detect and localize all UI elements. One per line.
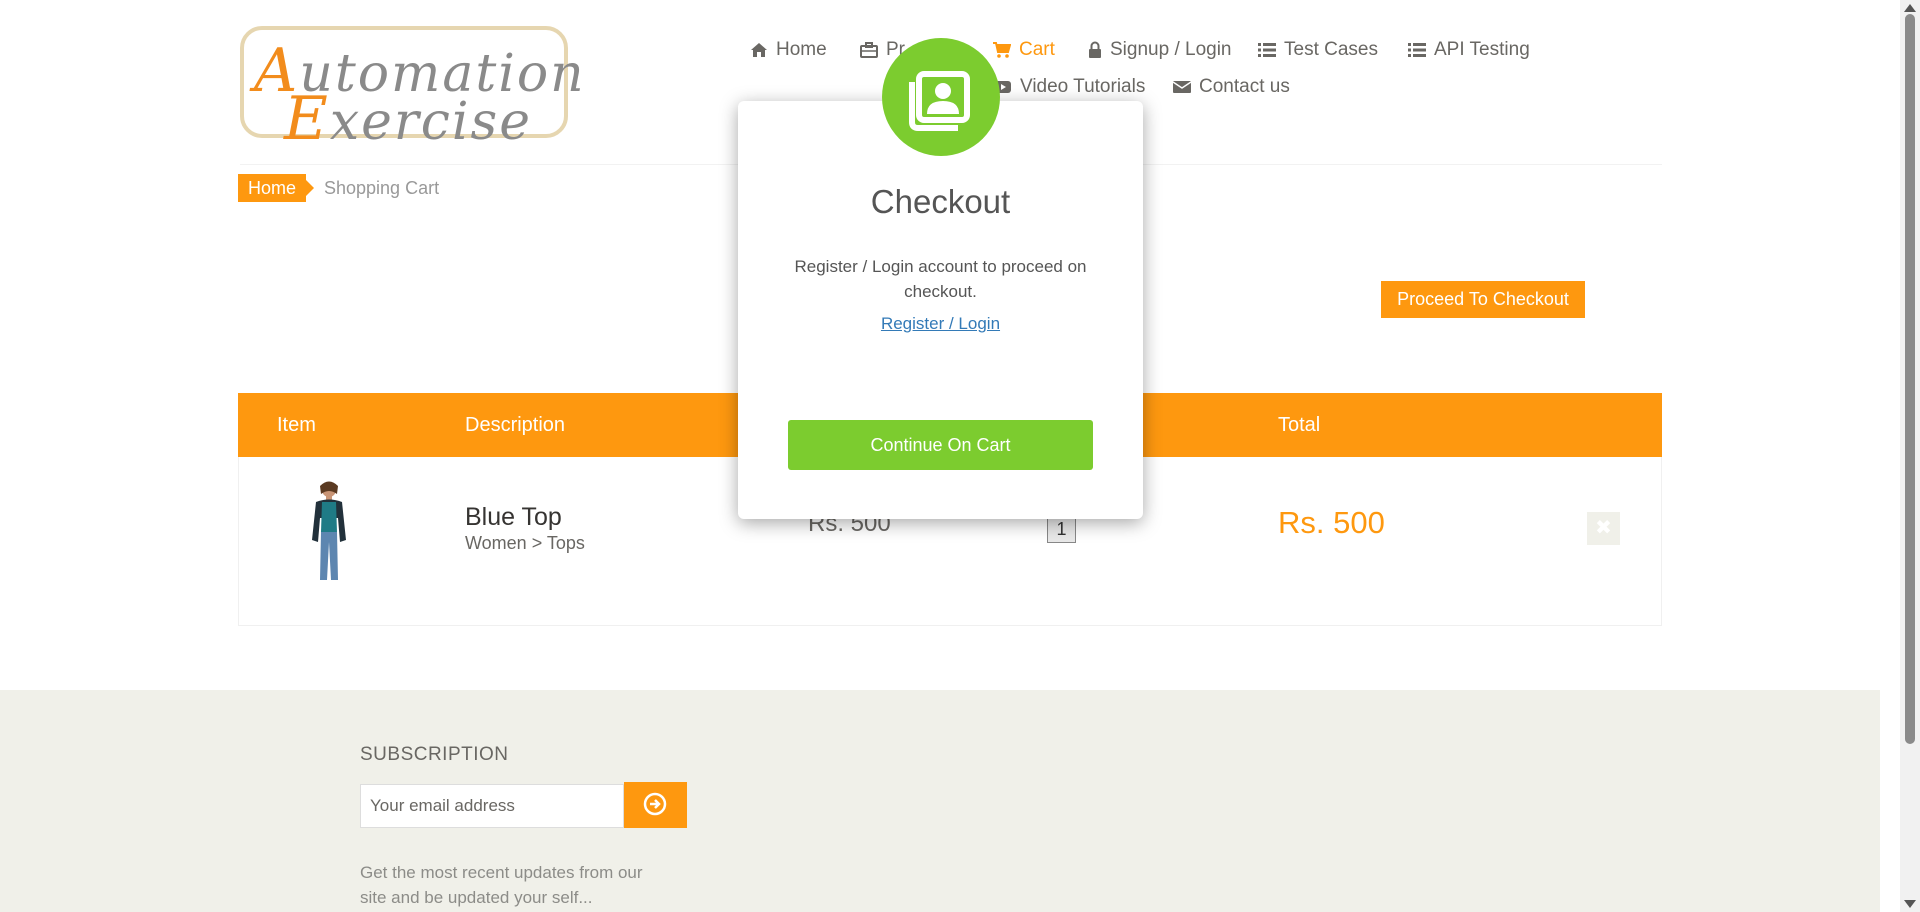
- nav-api-testing[interactable]: API Testing: [1408, 39, 1530, 61]
- column-total: Total: [1278, 414, 1321, 436]
- nav-signup-login[interactable]: Signup / Login: [1088, 39, 1232, 61]
- nav-cart[interactable]: Cart: [993, 39, 1055, 61]
- column-description: Description: [465, 414, 566, 436]
- subscription-note: Get the most recent updates from our sit…: [360, 863, 643, 907]
- nav-api-testing-label: API Testing: [1434, 39, 1530, 60]
- scroll-up-arrow-icon[interactable]: [1904, 4, 1916, 12]
- subscription-title: SUBSCRIPTION: [360, 744, 509, 765]
- subscribe-button[interactable]: [624, 782, 687, 828]
- page: Automation Exercise Home Pr Cart Signup …: [0, 0, 1880, 912]
- subscription-email-input[interactable]: [360, 784, 624, 828]
- times-icon: ✖: [1595, 517, 1612, 539]
- scrollbar-thumb[interactable]: [1905, 14, 1915, 744]
- product-quantity: 1: [1047, 516, 1076, 543]
- nav-cart-label: Cart: [1019, 39, 1055, 60]
- logo-line-2: Exercise: [284, 84, 532, 154]
- continue-on-cart-button[interactable]: Continue On Cart: [788, 420, 1093, 470]
- nav-test-cases-label: Test Cases: [1284, 39, 1378, 60]
- product-category: Women > Tops: [465, 533, 585, 553]
- register-login-link[interactable]: Register / Login: [738, 314, 1143, 334]
- footer: [0, 690, 1880, 912]
- product-total: Rs. 500: [1278, 505, 1385, 540]
- list-icon: [1258, 41, 1276, 59]
- nav-video-tutorials-label: Video Tutorials: [1020, 76, 1146, 97]
- nav-signup-login-label: Signup / Login: [1110, 39, 1232, 60]
- nav-contact-us[interactable]: Contact us: [1172, 76, 1290, 98]
- modal-message: Register / Login account to proceed on c…: [794, 257, 1087, 301]
- nav-video-tutorials[interactable]: Video Tutorials: [994, 76, 1145, 98]
- envelope-icon: [1172, 78, 1192, 96]
- home-icon: [750, 41, 768, 59]
- briefcase-icon: [860, 41, 878, 59]
- nav-test-cases[interactable]: Test Cases: [1258, 39, 1378, 61]
- column-item: Item: [277, 414, 316, 436]
- lock-icon: [1088, 41, 1102, 59]
- modal-title: Checkout: [870, 183, 1011, 220]
- scroll-down-arrow-icon[interactable]: [1904, 900, 1916, 908]
- product-image[interactable]: [306, 480, 352, 584]
- proceed-to-checkout-button[interactable]: Proceed To Checkout: [1381, 281, 1585, 318]
- nav-home-label: Home: [776, 39, 827, 60]
- vertical-scrollbar[interactable]: [1900, 0, 1920, 912]
- breadcrumb-current: Shopping Cart: [324, 178, 440, 198]
- nav-contact-us-label: Contact us: [1199, 76, 1290, 97]
- list-icon: [1408, 41, 1426, 59]
- nav-home[interactable]: Home: [750, 39, 827, 61]
- breadcrumb-home[interactable]: Home: [238, 174, 315, 202]
- product-name[interactable]: Blue Top: [465, 503, 562, 532]
- delete-item-button[interactable]: ✖: [1587, 512, 1620, 545]
- contact-book-icon: [882, 38, 1000, 156]
- arrow-circle-right-icon: [643, 792, 667, 816]
- logo-line-2-rest: xercise: [329, 92, 532, 152]
- site-logo[interactable]: Automation Exercise: [240, 26, 584, 154]
